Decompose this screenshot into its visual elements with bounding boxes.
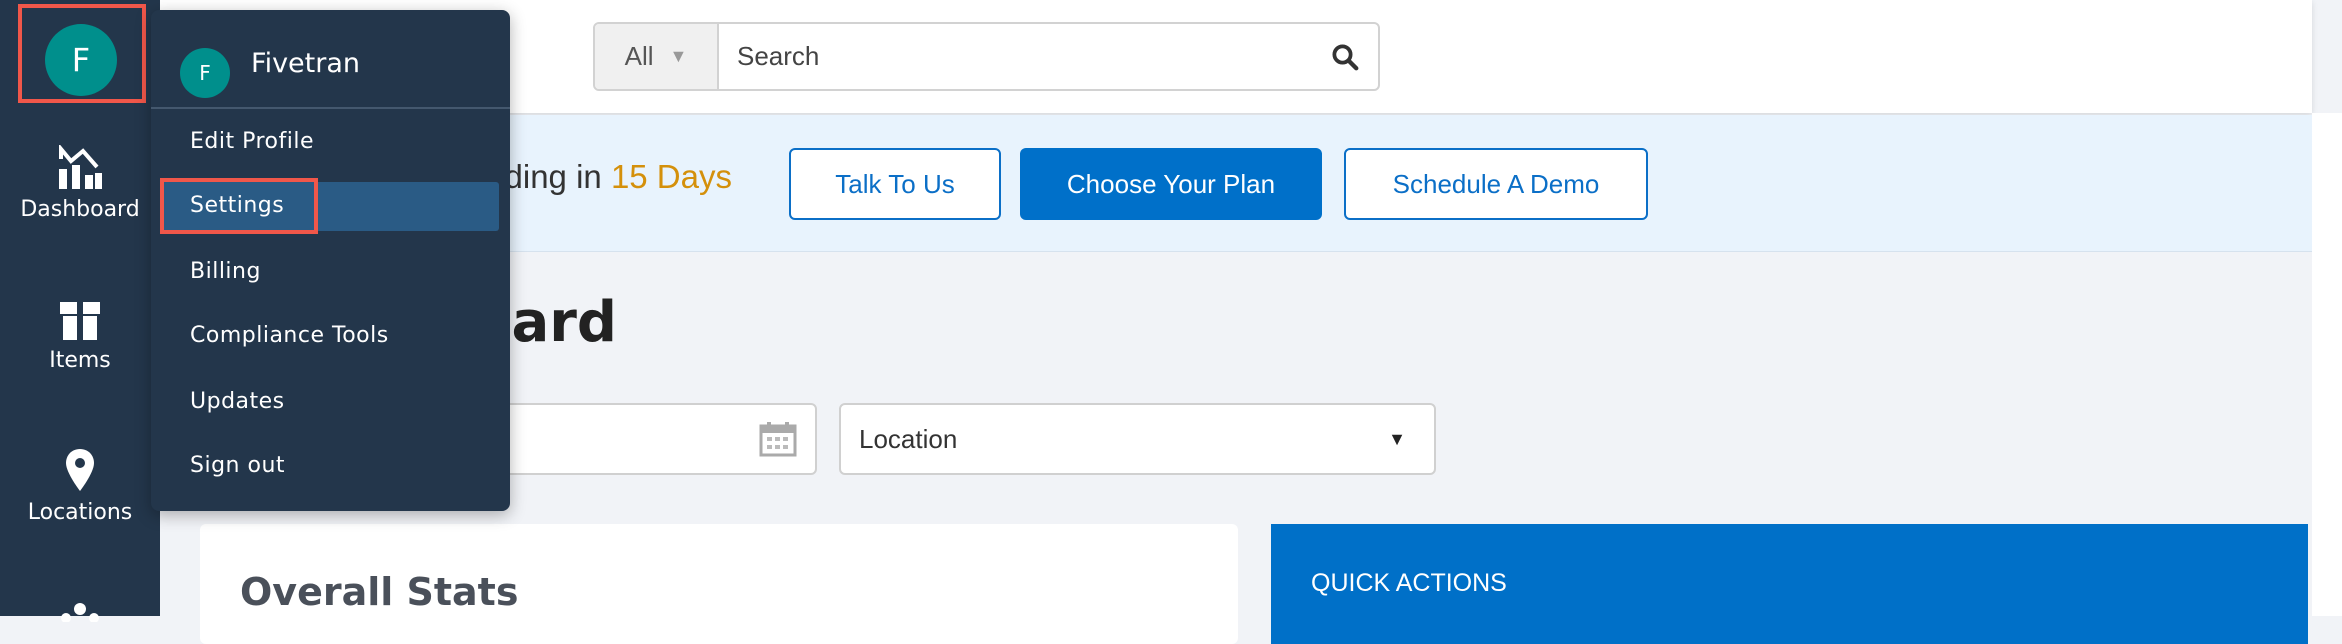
schedule-demo-button[interactable]: Schedule A Demo [1344, 148, 1648, 220]
search-placeholder: Search [737, 41, 820, 71]
search-icon[interactable] [1330, 42, 1360, 72]
search-bar: All ▼ Search [593, 22, 1380, 91]
network-icon [61, 603, 99, 622]
location-select[interactable]: Location ▼ [839, 403, 1436, 475]
search-input[interactable]: Search [719, 24, 1378, 89]
search-category-label: All [624, 41, 654, 71]
account-name: Fivetran [251, 48, 361, 79]
talk-to-us-button[interactable]: Talk To Us [789, 148, 1001, 220]
scrollbar[interactable] [2312, 113, 2342, 616]
avatar-highlight-box [18, 4, 146, 103]
overall-stats-card: Overall Stats [200, 524, 1238, 644]
sidebar-item-network[interactable] [0, 602, 160, 630]
quick-actions-title: QUICK ACTIONS [1311, 569, 1507, 597]
map-pin-icon [66, 449, 94, 491]
sidebar-label: Locations [27, 500, 133, 525]
settings-highlight-box [160, 178, 318, 234]
chart-house-icon [59, 145, 102, 189]
menu-header: F Fivetran [151, 10, 510, 109]
menu-item-edit-profile[interactable]: Edit Profile [190, 129, 314, 154]
sidebar-label: Items [49, 348, 111, 373]
sidebar-label: Dashboard [20, 197, 140, 222]
sidebar-item-items[interactable]: Items [0, 296, 160, 373]
sidebar: F Dashboard Items Locations [0, 0, 160, 622]
profile-dropdown-menu: F Fivetran Edit Profile Settings Billing… [151, 10, 510, 511]
gift-box-icon [60, 298, 100, 340]
sidebar-item-locations[interactable]: Locations [0, 448, 160, 525]
caret-down-icon: ▼ [669, 46, 688, 66]
quick-actions-card: QUICK ACTIONS [1271, 524, 2308, 644]
calendar-icon[interactable] [759, 421, 797, 457]
caret-down-icon: ▼ [1388, 428, 1406, 449]
menu-item-billing[interactable]: Billing [190, 259, 261, 284]
menu-item-compliance-tools[interactable]: Compliance Tools [190, 323, 389, 348]
menu-item-updates[interactable]: Updates [190, 389, 285, 414]
search-category-select[interactable]: All ▼ [595, 24, 719, 89]
choose-your-plan-button[interactable]: Choose Your Plan [1020, 148, 1322, 220]
trial-days: 15 Days [610, 158, 732, 195]
sidebar-item-dashboard[interactable]: Dashboard [0, 145, 160, 222]
location-label: Location [859, 423, 958, 454]
menu-avatar: F [180, 48, 230, 98]
menu-item-sign-out[interactable]: Sign out [190, 453, 285, 478]
overall-stats-title: Overall Stats [240, 570, 519, 614]
